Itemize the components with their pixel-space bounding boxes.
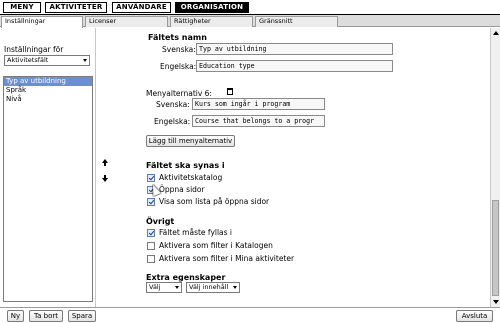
scroll-up-icon[interactable] [493, 31, 499, 35]
tab-licenses[interactable]: Licenser [85, 16, 168, 27]
list-open-pages-option-label: Visa som lista på öppna sidor [159, 197, 270, 206]
tab-interface[interactable]: Gränssnitt [255, 16, 338, 27]
tab-settings[interactable]: Inställningar [1, 16, 83, 28]
delete-button[interactable]: Ta bort [29, 310, 63, 322]
left-column: Inställningar för Aktivitetsfält Typ av … [0, 28, 96, 307]
menu-english-label: Engelska: [154, 117, 191, 126]
menu-english-input[interactable]: Course that belongs to a progr [192, 115, 325, 127]
menu-swedish-input[interactable]: Kurs som ingår i program [192, 98, 325, 110]
field-listbox[interactable]: Typ av utbildning Språk Nivå [3, 76, 93, 302]
catalog-filter-option-label: Aktivera som filter i Katalogen [159, 241, 273, 250]
other-heading: Övrigt [146, 217, 175, 226]
menu-swedish-label: Svenska: [156, 100, 190, 109]
settings-for-value: Aktivitetsfält [7, 56, 49, 64]
chevron-down-icon [175, 286, 179, 289]
chevron-down-icon [83, 59, 87, 62]
required-checkbox[interactable] [147, 229, 155, 237]
swedish-name-input[interactable]: Typ av utbildning [196, 43, 393, 55]
catalog-checkbox[interactable] [147, 174, 155, 182]
settings-for-select[interactable]: Aktivitetsfält [4, 55, 90, 66]
open-pages-option-label: Öppna sidor [159, 185, 205, 194]
my-activities-filter-option-label: Aktivera som filter i Mina aktiviteter [159, 254, 295, 263]
catalog-option-label: Aktivitetskatalog [159, 173, 223, 182]
quit-button[interactable]: Avsluta [456, 310, 493, 322]
swedish-label: Svenska: [162, 45, 196, 54]
bottom-toolbar: Ny Ta bort Spara Avsluta [0, 307, 500, 323]
move-up-icon[interactable] [102, 159, 108, 166]
field-editor: Fältets namn Svenska: Typ av utbildning … [140, 28, 490, 307]
tab-bar: Inställningar Licenser Rättigheter Gräns… [0, 15, 500, 28]
menu-alternative-label: Menyalternativ 6: [146, 89, 212, 98]
extra-select-choose-value: Välj [149, 283, 161, 291]
extra-select-choose[interactable]: Välj [146, 282, 182, 293]
save-button[interactable]: Spara [68, 310, 96, 322]
list-item[interactable]: Nivå [4, 95, 92, 104]
tab-permissions[interactable]: Rättigheter [170, 16, 253, 27]
extra-select-content-value: Välj innehåll [189, 283, 229, 291]
scrollbar-thumb[interactable] [492, 200, 499, 296]
extra-properties-heading: Extra egenskaper [146, 273, 226, 282]
list-item[interactable]: Språk [4, 86, 92, 95]
list-item[interactable]: Typ av utbildning [4, 77, 92, 86]
visible-in-heading: Fältet ska synas i [146, 161, 225, 170]
nav-organisation-button[interactable]: ORGANISATION [175, 2, 249, 13]
scroll-down-icon[interactable] [493, 300, 499, 304]
nav-users-button[interactable]: ANVÄNDARE [112, 2, 171, 13]
add-menu-alternative-button[interactable]: Lägg till menyalternativ [146, 135, 235, 147]
nav-menu-button[interactable]: MENY [3, 2, 41, 13]
settings-for-label: Inställningar för [4, 45, 64, 54]
field-name-heading: Fältets namn [148, 33, 207, 42]
move-down-icon[interactable] [102, 175, 108, 182]
english-label: Engelska: [160, 62, 197, 71]
extra-select-content[interactable]: Välj innehåll [186, 282, 240, 293]
top-navigation: MENY AKTIVITETER ANVÄNDARE ORGANISATION [0, 0, 500, 15]
english-name-input[interactable]: Education type [196, 60, 393, 72]
trash-icon[interactable] [227, 88, 233, 95]
new-button[interactable]: Ny [7, 310, 24, 322]
list-open-pages-checkbox[interactable] [147, 198, 155, 206]
chevron-down-icon [233, 286, 237, 289]
catalog-filter-checkbox[interactable] [147, 242, 155, 250]
nav-activities-button[interactable]: AKTIVITETER [45, 2, 107, 13]
settings-panel: Inställningar för Aktivitetsfält Typ av … [0, 28, 500, 307]
my-activities-filter-checkbox[interactable] [147, 255, 155, 263]
vertical-scrollbar[interactable] [490, 28, 500, 307]
required-option-label: Fältet måste fyllas i [159, 228, 233, 237]
